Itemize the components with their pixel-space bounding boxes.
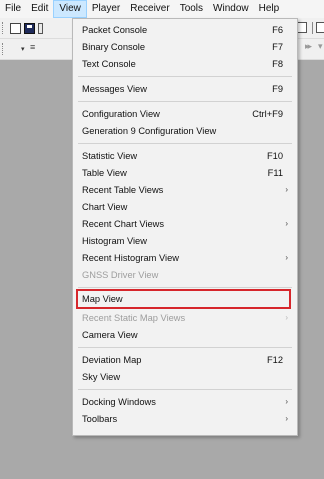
save-icon[interactable] [24, 23, 35, 34]
menu-item-label: Table View [82, 168, 127, 178]
menu-item-label: Sky View [82, 372, 121, 382]
view-menu-dropdown: Packet Console F6 Binary Console F7 Text… [72, 18, 298, 436]
menu-item-recent-static-map-views: Recent Static Map Views › [73, 310, 297, 326]
menu-item-label: Messages View [82, 84, 147, 94]
menu-item-shortcut: Ctrl+F9 [252, 109, 283, 119]
menu-item-packet-console[interactable]: Packet Console F6 [73, 22, 297, 38]
toolbar-separator [312, 22, 313, 34]
menu-item-label: Toolbars [82, 414, 118, 424]
menu-item-generation-9-configuration-view[interactable]: Generation 9 Configuration View [73, 123, 297, 139]
menu-item-recent-histogram-view[interactable]: Recent Histogram View › [73, 250, 297, 266]
submenu-arrow-icon: › [285, 253, 288, 262]
menu-separator [78, 143, 292, 144]
menu-item-label: Recent Chart Views [82, 219, 164, 229]
menu-item-label: Histogram View [82, 236, 147, 246]
menu-view[interactable]: View [53, 0, 87, 18]
menu-separator [78, 347, 292, 348]
menu-separator [78, 76, 292, 77]
toolbar-grip-icon[interactable] [2, 22, 6, 34]
menu-item-configuration-view[interactable]: Configuration View Ctrl+F9 [73, 106, 297, 122]
menu-help[interactable]: Help [254, 0, 285, 18]
menu-item-label: Camera View [82, 330, 138, 340]
menu-separator [78, 287, 292, 288]
toolbar-grip-icon[interactable] [2, 43, 6, 55]
menu-item-shortcut: F6 [272, 25, 283, 35]
menu-tools[interactable]: Tools [175, 0, 208, 18]
menu-item-label: Deviation Map [82, 355, 142, 365]
menu-item-label: Text Console [82, 59, 136, 69]
menu-item-deviation-map[interactable]: Deviation Map F12 [73, 352, 297, 368]
menu-item-shortcut: F8 [272, 59, 283, 69]
menu-edit[interactable]: Edit [26, 0, 53, 18]
port-icon[interactable]: ≡ [30, 42, 35, 52]
menu-item-histogram-view[interactable]: Histogram View [73, 233, 297, 249]
menu-item-shortcut: F9 [272, 84, 283, 94]
menu-separator [78, 389, 292, 390]
submenu-arrow-icon: › [285, 313, 288, 322]
open-folder-icon[interactable] [38, 23, 43, 34]
menu-item-label: Configuration View [82, 109, 160, 119]
application-window: File Edit View Player Receiver Tools Win… [0, 0, 324, 479]
step-icon[interactable]: ▾ [318, 41, 323, 52]
menu-item-gnss-driver-view: GNSS Driver View [73, 267, 297, 283]
menu-item-toolbars[interactable]: Toolbars › [73, 411, 297, 427]
menu-item-statistic-view[interactable]: Statistic View F10 [73, 148, 297, 164]
menu-receiver[interactable]: Receiver [125, 0, 174, 18]
menu-item-label: Recent Histogram View [82, 253, 179, 263]
submenu-arrow-icon: › [285, 414, 288, 423]
new-file-icon[interactable] [10, 23, 21, 34]
menu-item-sky-view[interactable]: Sky View [73, 369, 297, 385]
menu-item-chart-view[interactable]: Chart View [73, 199, 297, 215]
menu-item-label: Chart View [82, 202, 128, 212]
menu-item-docking-windows[interactable]: Docking Windows › [73, 394, 297, 410]
menu-item-label: Statistic View [82, 151, 138, 161]
menu-item-shortcut: F11 [267, 168, 283, 178]
menu-item-label: Generation 9 Configuration View [82, 126, 217, 136]
menu-separator [78, 101, 292, 102]
menu-item-label: Recent Table Views [82, 185, 164, 195]
submenu-arrow-icon: › [285, 219, 288, 228]
menu-item-label: Recent Static Map Views [82, 313, 186, 323]
menu-item-messages-view[interactable]: Messages View F9 [73, 81, 297, 97]
menu-item-recent-chart-views[interactable]: Recent Chart Views › [73, 216, 297, 232]
panel-icon[interactable] [316, 22, 324, 33]
menu-item-text-console[interactable]: Text Console F8 [73, 56, 297, 72]
menu-item-shortcut: F12 [266, 355, 283, 365]
menu-item-shortcut: F10 [266, 151, 283, 161]
menu-player[interactable]: Player [87, 0, 125, 18]
menu-item-label: Binary Console [82, 42, 146, 52]
menu-item-binary-console[interactable]: Binary Console F7 [73, 39, 297, 55]
menu-item-camera-view[interactable]: Camera View [73, 327, 297, 343]
submenu-arrow-icon: › [285, 185, 288, 194]
chevron-down-icon[interactable]: ▾ [21, 45, 25, 53]
menu-item-recent-table-views[interactable]: Recent Table Views › [73, 182, 297, 198]
menu-item-table-view[interactable]: Table View F11 [73, 165, 297, 181]
fast-forward-icon[interactable]: ▸▸ [305, 41, 312, 52]
menu-item-label: Packet Console [82, 25, 148, 35]
map-view-highlight-box [76, 289, 291, 309]
menu-item-label: GNSS Driver View [82, 270, 159, 280]
menu-file[interactable]: File [0, 0, 26, 18]
menu-bar: File Edit View Player Receiver Tools Win… [0, 0, 324, 18]
menu-item-label: Docking Windows [82, 397, 156, 407]
menu-item-shortcut: F7 [272, 42, 283, 52]
submenu-arrow-icon: › [285, 397, 288, 406]
menu-window[interactable]: Window [208, 0, 254, 18]
